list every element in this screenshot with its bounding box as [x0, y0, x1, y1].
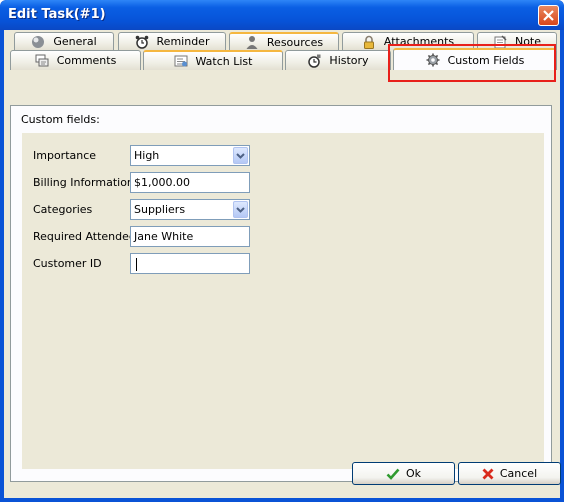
required-attendee-value: Jane White: [134, 230, 194, 243]
tab-label: Reminder: [156, 35, 210, 48]
chevron-down-icon: [236, 152, 245, 159]
tab-watch-list[interactable]: Watch List: [143, 50, 283, 70]
categories-value: Suppliers: [134, 203, 186, 216]
cancel-button-label: Cancel: [499, 467, 538, 480]
categories-label: Categories: [33, 203, 93, 216]
chevron-down-icon: [236, 206, 245, 213]
categories-combo[interactable]: Suppliers: [130, 199, 250, 220]
edit-task-window: Edit Task(#1) General Reminder Resources: [0, 0, 564, 502]
highlight-box: [388, 44, 556, 82]
padlock-icon: [362, 35, 376, 49]
tab-comments[interactable]: Comments: [10, 50, 141, 70]
importance-value: High: [134, 149, 160, 162]
importance-dropdown-button[interactable]: [233, 147, 248, 164]
history-icon: [307, 54, 321, 68]
tab-general[interactable]: General: [14, 32, 114, 50]
alarm-clock-icon: [135, 35, 149, 49]
tab-label: History: [329, 54, 369, 67]
customer-id-label: Customer ID: [33, 257, 102, 270]
cancel-button[interactable]: Cancel: [458, 462, 561, 485]
close-button[interactable]: [538, 5, 559, 26]
billing-information-value: $1,000.00: [134, 176, 190, 189]
dialog-body: General Reminder Resources Attachments N…: [4, 30, 561, 498]
billing-information-field[interactable]: $1,000.00: [130, 172, 250, 193]
tab-label: Resources: [266, 35, 324, 49]
title-bar[interactable]: Edit Task(#1): [0, 0, 564, 30]
watch-list-icon: [174, 54, 188, 68]
text-cursor: [136, 257, 137, 271]
tab-reminder[interactable]: Reminder: [118, 32, 226, 50]
tab-label: Watch List: [195, 54, 253, 68]
window-title: Edit Task(#1): [8, 7, 106, 22]
tab-resources[interactable]: Resources: [229, 32, 339, 50]
cancel-x-icon: [482, 468, 494, 480]
panel-title: Custom fields:: [21, 113, 100, 126]
tab-label: Comments: [56, 54, 117, 67]
person-icon: [245, 35, 259, 49]
comments-icon: [35, 54, 49, 68]
billing-information-label: Billing Information: [33, 176, 134, 189]
required-attendee-field[interactable]: Jane White: [130, 226, 250, 247]
importance-combo[interactable]: High: [130, 145, 250, 166]
checkmark-icon: [386, 468, 400, 480]
close-icon: [543, 10, 554, 21]
ok-button-label: Ok: [405, 467, 422, 480]
tab-history[interactable]: History: [285, 50, 391, 70]
tab-label: General: [53, 35, 97, 48]
customer-id-field[interactable]: [130, 253, 250, 274]
categories-dropdown-button[interactable]: [233, 201, 248, 218]
ok-button[interactable]: Ok: [352, 462, 455, 485]
globe-icon: [31, 35, 45, 49]
required-attendee-label: Required Attendee: [33, 230, 136, 243]
custom-fields-area: Importance High Billing Information $1,0…: [22, 133, 544, 469]
custom-fields-panel: Custom fields: Importance High Billing I…: [10, 105, 552, 482]
importance-label: Importance: [33, 149, 97, 162]
